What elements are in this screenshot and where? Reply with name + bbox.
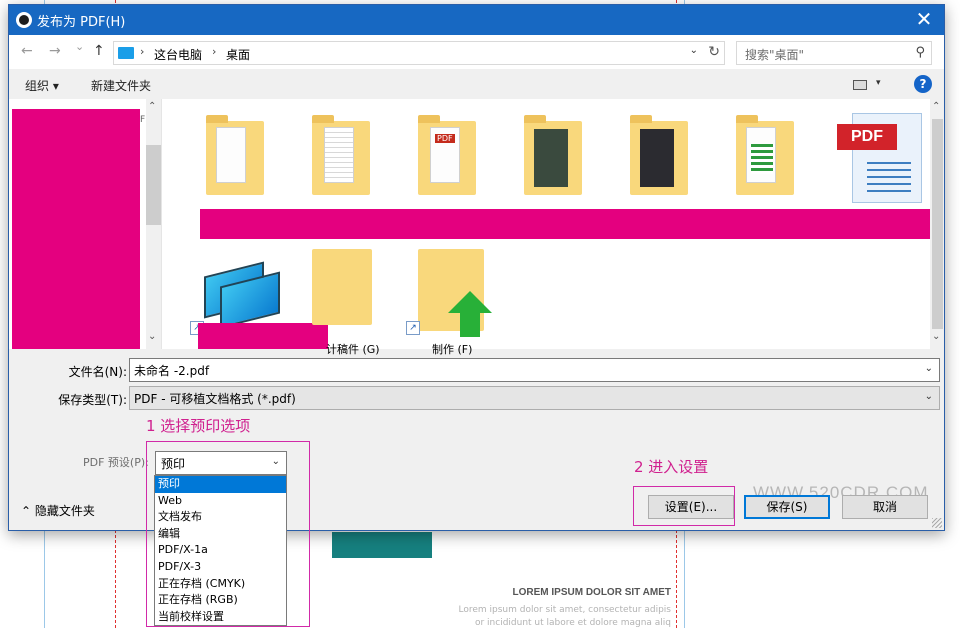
- address-bar[interactable]: › 这台电脑 › 桌面 ⌄ ↻: [113, 41, 725, 65]
- navigation-pane[interactable]: F ⌃ ⌄: [9, 99, 161, 349]
- help-icon[interactable]: ?: [914, 75, 932, 93]
- filetype-select[interactable]: PDF - 可移植文档格式 (*.pdf) ⌄: [129, 386, 940, 410]
- pdf-file-icon[interactable]: PDF: [837, 113, 922, 203]
- redacted-area: [200, 209, 936, 239]
- chevron-right-icon[interactable]: ›: [140, 45, 144, 58]
- spreadsheet-icon: [746, 127, 776, 183]
- doc-body: Lorem ipsum dolor sit amet, consectetur …: [440, 604, 671, 628]
- photo-thumbnail: [640, 129, 674, 187]
- folder-icon[interactable]: [312, 249, 372, 325]
- folder-item[interactable]: [292, 99, 382, 199]
- folder-item[interactable]: [610, 99, 700, 199]
- back-arrow-icon[interactable]: ←: [21, 43, 33, 59]
- file-list[interactable]: PDF PDF ↗ 计稿件 (G) ↗ 制作 (F): [161, 99, 944, 356]
- folder-item[interactable]: [716, 99, 806, 199]
- search-box[interactable]: 搜索"桌面" ⚲: [736, 41, 932, 65]
- window-title: 发布为 PDF(H): [37, 15, 126, 30]
- resize-grip[interactable]: [932, 518, 942, 528]
- folder-item[interactable]: [186, 99, 276, 199]
- view-dropdown-icon[interactable]: ▾: [876, 78, 881, 88]
- folder-icon: [630, 115, 688, 195]
- pdf-preset-label: PDF 预设(P):: [83, 456, 149, 469]
- cancel-button[interactable]: 取消: [842, 495, 928, 519]
- upload-arrow-icon: [448, 291, 492, 313]
- app-icon: [16, 12, 32, 28]
- doc-body-line: Lorem ipsum dolor sit amet, consectetur …: [458, 605, 671, 615]
- filename-label: 文件名(N):: [68, 365, 127, 379]
- photo-thumbnail: [534, 129, 568, 187]
- document-icon: [216, 127, 246, 183]
- search-placeholder: 搜索"桌面": [745, 48, 805, 62]
- folder-item[interactable]: PDF: [398, 99, 488, 199]
- annotation-box-settings: [633, 486, 735, 526]
- title-bar[interactable]: 发布为 PDF(H) ✕: [9, 5, 944, 35]
- filename-value[interactable]: 未命名 -2.pdf: [134, 364, 209, 378]
- scroll-up-icon[interactable]: ⌃: [148, 101, 156, 112]
- view-icon[interactable]: [853, 80, 867, 90]
- navigation-bar: ← → ⌄ ↑ › 这台电脑 › 桌面 ⌄ ↻ 搜索"桌面" ⚲: [9, 35, 944, 69]
- document-icon: [324, 127, 354, 183]
- scroll-down-icon[interactable]: ⌄: [932, 331, 940, 342]
- filetype-value: PDF - 可移植文档格式 (*.pdf): [134, 392, 296, 406]
- upload-arrow-stem: [460, 311, 480, 337]
- teal-block: [332, 532, 432, 558]
- annotation-box-preset: [146, 441, 310, 627]
- save-button[interactable]: 保存(S): [744, 495, 830, 519]
- chevron-right-icon[interactable]: ›: [212, 45, 216, 58]
- shortcut-arrow-icon: ↗: [406, 321, 420, 335]
- file-list-scrollbar[interactable]: ⌃ ⌄: [930, 99, 944, 349]
- organize-button[interactable]: 组织 ▾: [25, 77, 59, 94]
- up-arrow-icon[interactable]: ↑: [93, 43, 105, 59]
- folder-icon: [312, 115, 370, 195]
- scroll-down-icon[interactable]: ⌄: [148, 331, 156, 342]
- breadcrumb-desktop[interactable]: 桌面: [226, 46, 250, 63]
- chevron-down-icon[interactable]: ⌄: [925, 363, 933, 374]
- pdf-badge: PDF: [435, 134, 455, 143]
- redacted-area: [12, 109, 140, 349]
- spreadsheet-rows: [751, 144, 773, 174]
- scroll-up-icon[interactable]: ⌃: [932, 101, 940, 112]
- folder-icon: [736, 115, 794, 195]
- refresh-icon[interactable]: ↻: [708, 44, 720, 60]
- file-label[interactable]: 计稿件 (G): [326, 341, 380, 357]
- close-button[interactable]: ✕: [904, 5, 944, 35]
- file-label[interactable]: 制作 (F): [432, 341, 472, 357]
- annotation-step-2: 2 进入设置: [634, 458, 709, 476]
- search-icon[interactable]: ⚲: [915, 45, 925, 60]
- chevron-down-icon[interactable]: ⌄: [690, 45, 698, 56]
- pdf-document-icon: PDF: [430, 127, 460, 183]
- this-pc-icon: [118, 47, 134, 59]
- new-folder-button[interactable]: 新建文件夹: [91, 77, 151, 94]
- nav-item-stub: F: [140, 115, 146, 125]
- filetype-label: 保存类型(T):: [58, 393, 127, 407]
- filename-input[interactable]: 未命名 -2.pdf ⌄: [129, 358, 940, 382]
- toolbar: 组织 ▾ 新建文件夹 ▾ ?: [9, 69, 944, 99]
- folder-item[interactable]: [504, 99, 594, 199]
- nav-pane-scrollbar[interactable]: ⌃ ⌄: [146, 99, 161, 349]
- pdf-lines: [867, 162, 911, 192]
- forward-arrow-icon[interactable]: →: [49, 43, 61, 59]
- scroll-thumb[interactable]: [146, 145, 161, 225]
- folder-icon: PDF: [418, 115, 476, 195]
- folder-icon: [524, 115, 582, 195]
- annotation-step-1: 1 选择预印选项: [146, 417, 251, 435]
- chevron-down-icon[interactable]: ⌄: [925, 391, 933, 402]
- recent-locations-icon[interactable]: ⌄: [75, 40, 84, 53]
- hide-folders-button[interactable]: ⌃ 隐藏文件夹: [21, 502, 95, 519]
- folder-icon: [206, 115, 264, 195]
- redacted-area: [198, 323, 328, 349]
- doc-body-line: or incididunt ut labore et dolore magna …: [474, 618, 671, 628]
- breadcrumb-this-pc[interactable]: 这台电脑: [154, 46, 202, 63]
- pdf-label: PDF: [837, 124, 897, 150]
- doc-heading: LOREM IPSUM DOLOR SIT AMET: [512, 587, 671, 598]
- scroll-thumb[interactable]: [932, 119, 943, 329]
